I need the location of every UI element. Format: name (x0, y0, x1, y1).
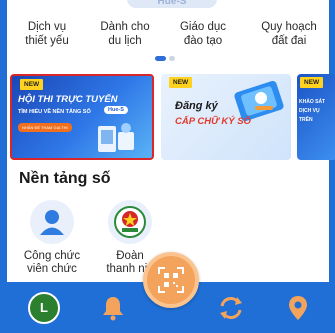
platform-civil-servant[interactable]: Công chức viên chức (22, 200, 82, 276)
banner-subtitle: TÌM HIỂU VỀ NỀN TẢNG SỐ (18, 109, 91, 115)
platform-label: Công chức viên chức (22, 250, 82, 276)
new-badge: NEW (20, 79, 44, 90)
service-tourism[interactable]: Dành cho du lịch (85, 20, 165, 48)
carousel-dot[interactable] (169, 56, 175, 61)
phone-illustration-icon (98, 123, 134, 152)
banner-text-line: TRÊN (299, 117, 313, 123)
carousel-indicator (155, 56, 178, 62)
banner-title: Đăng ký (175, 100, 218, 112)
sync-icon[interactable] (216, 293, 246, 323)
service-label-line1: Quy hoạch (261, 21, 317, 33)
services-row: Dịch vụ thiết yếu Dành cho du lịch Giáo … (7, 20, 329, 56)
header-logo: Hue-S (127, 0, 217, 8)
location-pin-icon[interactable] (283, 293, 313, 323)
new-badge: NEW (169, 77, 193, 88)
qr-code-icon (158, 267, 184, 293)
qr-scan-button[interactable] (143, 252, 199, 308)
service-education[interactable]: Giáo dục đào tạo (163, 20, 243, 48)
platform-label-line2: viên chức (27, 263, 77, 275)
hue-s-logo: Hue-S (104, 106, 128, 114)
service-label-line1: Giáo dục (179, 21, 227, 33)
service-label-line1: Dành cho (100, 21, 150, 33)
banner-text-line: DỊCH VỤ (299, 108, 320, 114)
banner-carousel: NEW HỘI THI TRỰC TUYẾN TÌM HIỂU VỀ NỀN T… (10, 74, 335, 160)
banner-join-button: NHẤN ĐỂ THAM GIA THI (18, 123, 72, 132)
user-avatar[interactable]: L (28, 292, 60, 324)
carousel-dot-active[interactable] (155, 56, 166, 61)
youth-union-emblem-icon (108, 200, 152, 244)
service-label-line2: du lịch (108, 35, 142, 47)
service-land-planning[interactable]: Quy hoạch đất đai (249, 20, 329, 48)
service-essential[interactable]: Dịch vụ thiết yếu (7, 20, 87, 48)
section-title: Nền tảng số (19, 170, 111, 187)
banner-text-line: KHẢO SÁT (299, 99, 326, 105)
new-badge: NEW (300, 77, 324, 88)
banner-title: HỘI THI TRỰC TUYẾN (18, 94, 118, 105)
banner-text: KHẢO SÁT DỊCH VỤ TRÊN (299, 98, 335, 125)
platform-label-line1: Công chức (23, 250, 81, 262)
banner-online-contest[interactable]: NEW HỘI THI TRỰC TUYẾN TÌM HIỂU VỀ NỀN T… (10, 74, 154, 160)
app-screen: Hue-S Dịch vụ thiết yếu Dành cho du lịch… (0, 0, 335, 333)
service-label-line2: đào tạo (183, 35, 223, 47)
service-label-line1: Dịch vụ (27, 21, 67, 33)
banner-digital-signature[interactable]: NEW Đăng ký CẤP CHỮ KÝ SỐ (161, 74, 291, 160)
service-label-line2: đất đai (271, 35, 307, 47)
service-label-line2: thiết yếu (25, 35, 69, 47)
banner-subtitle: CẤP CHỮ KÝ SỐ (175, 116, 251, 127)
person-icon (30, 200, 74, 244)
bell-icon[interactable] (98, 293, 128, 323)
banner-survey[interactable]: NEW KHẢO SÁT DỊCH VỤ TRÊN (297, 74, 335, 160)
